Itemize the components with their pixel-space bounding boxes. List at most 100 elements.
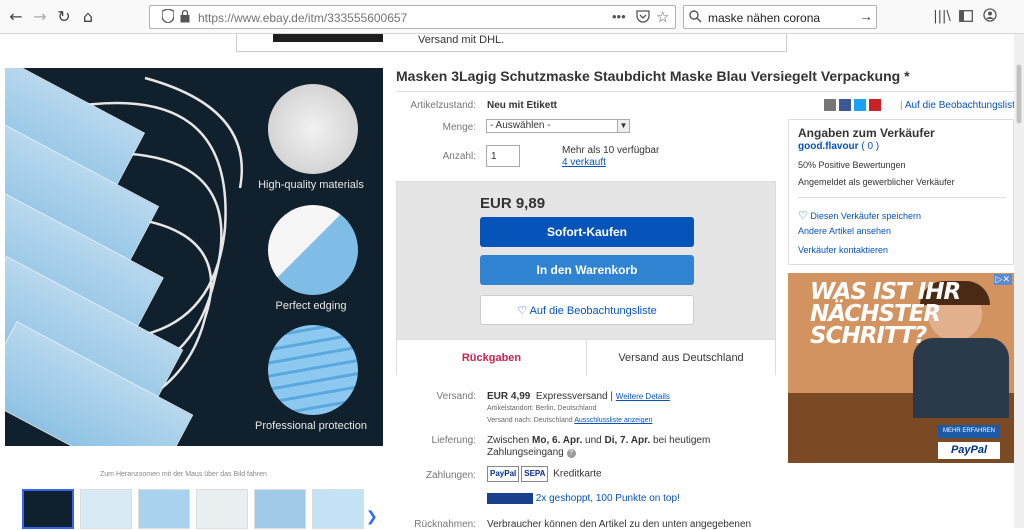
quantity-input[interactable]: 1 bbox=[486, 145, 520, 167]
returns-label: Rücknahmen: bbox=[414, 519, 476, 530]
points-promo-text[interactable]: 2x geshoppt, 100 Punkte on top! bbox=[536, 493, 680, 504]
ships-from-text: Versand aus Deutschland bbox=[618, 352, 744, 364]
watchlist-button-label: Auf die Beobachtungsliste bbox=[529, 305, 657, 317]
ships-to: Versand nach: Deutschland Ausschlusslist… bbox=[487, 417, 652, 424]
go-arrow-icon[interactable]: → bbox=[859, 8, 873, 24]
quantity-select[interactable]: - Auswählen - ▼ bbox=[486, 119, 630, 133]
thumbnail[interactable] bbox=[196, 489, 248, 529]
watchlist-link[interactable]: | Auf die Beobachtungsliste bbox=[900, 100, 1020, 111]
next-thumbnail-icon[interactable]: ❯ bbox=[366, 508, 378, 525]
delivery-line-2: Zahlungseingang ? bbox=[487, 447, 576, 458]
payback-logo bbox=[487, 493, 533, 504]
other-items-link[interactable]: Andere Artikel ansehen bbox=[798, 226, 891, 236]
seller-info-box: Angaben zum Verkäufer good.flavour ( 0 )… bbox=[788, 119, 1014, 265]
bookmark-star-icon[interactable]: ☆ bbox=[656, 8, 669, 26]
edging-closeup bbox=[268, 205, 358, 295]
info-icon[interactable]: ? bbox=[566, 449, 576, 458]
account-icon[interactable] bbox=[980, 7, 1000, 27]
condition-value: Neu mit Etikett bbox=[487, 100, 558, 111]
paypal-ad[interactable]: WAS IST IHR NÄCHSTER SCHRITT? MEHR ERFAH… bbox=[788, 273, 1014, 463]
buy-box: EUR 9,89 Sofort-Kaufen In den Warenkorb … bbox=[396, 181, 776, 376]
shipping-banner: Versand mit DHL. bbox=[236, 34, 787, 52]
banner-text: Versand mit DHL. bbox=[418, 34, 505, 46]
quantity-select-value: - Auswählen - bbox=[490, 120, 551, 131]
thumbnail[interactable] bbox=[254, 489, 306, 529]
buy-now-button[interactable]: Sofort-Kaufen bbox=[480, 217, 694, 247]
thumbnail[interactable] bbox=[22, 489, 74, 529]
availability: Mehr als 10 verfügbar bbox=[562, 145, 660, 156]
url-bar[interactable]: https://www.ebay.de/itm/333555600657 •••… bbox=[149, 5, 676, 29]
shipping-cost: EUR 4,99 bbox=[487, 391, 531, 402]
save-seller-link[interactable]: ♡ Diesen Verkäufer speichern bbox=[798, 209, 921, 222]
pinterest-share-icon[interactable] bbox=[869, 99, 881, 111]
ad-apron bbox=[913, 338, 1009, 418]
delivery-condition: Zahlungseingang bbox=[487, 447, 564, 458]
reload-icon[interactable]: ↻ bbox=[54, 7, 74, 27]
caption-protection: Professional protection bbox=[255, 420, 367, 432]
payment-methods: PayPal SEPA Kreditkarte bbox=[487, 466, 602, 482]
delivery-suffix: bei heutigem bbox=[653, 435, 711, 446]
shipping-details-link[interactable]: Weitere Details bbox=[616, 392, 670, 401]
ad-headline-line: WAS IST IHR bbox=[810, 279, 961, 305]
save-seller-text[interactable]: Diesen Verkäufer speichern bbox=[810, 211, 921, 221]
scrollbar-thumb[interactable] bbox=[1016, 64, 1022, 124]
back-icon[interactable]: ← bbox=[6, 7, 26, 27]
more-icon[interactable]: ••• bbox=[612, 9, 626, 24]
shipping-label: Versand: bbox=[436, 391, 476, 402]
share-icons bbox=[824, 99, 884, 113]
banner-image bbox=[273, 34, 383, 42]
lock-icon[interactable] bbox=[180, 9, 190, 28]
sidebar-icon[interactable] bbox=[956, 7, 976, 27]
heart-icon: ♡ bbox=[798, 210, 808, 222]
url-text: https://www.ebay.de/itm/333555600657 bbox=[198, 11, 408, 25]
delivery-window: Zwischen Mo, 6. Apr. und Di, 7. Apr. bei… bbox=[487, 435, 710, 446]
thumbnail[interactable] bbox=[80, 489, 132, 529]
add-to-watchlist-button[interactable]: ♡ Auf die Beobachtungsliste bbox=[480, 295, 694, 325]
returns-tab[interactable]: Rückgaben bbox=[397, 340, 587, 376]
points-promo: 2x geshoppt, 100 Punkte on top! bbox=[487, 493, 680, 504]
sold-count-link[interactable]: 4 verkauft bbox=[562, 157, 606, 168]
seller-heading: Angaben zum Verkäufer bbox=[798, 126, 935, 140]
ad-headline: WAS IST IHR NÄCHSTER SCHRITT? bbox=[810, 279, 961, 348]
sepa-badge: SEPA bbox=[521, 466, 549, 482]
delivery-prefix: Zwischen bbox=[487, 435, 530, 446]
home-icon[interactable]: ⌂ bbox=[78, 7, 98, 27]
search-bar[interactable]: maske nähen corona → bbox=[683, 5, 877, 29]
chevron-down-icon[interactable]: ▼ bbox=[617, 120, 629, 132]
ad-choices-icon[interactable]: ▷✕ bbox=[993, 274, 1012, 285]
add-to-cart-button[interactable]: In den Warenkorb bbox=[480, 255, 694, 285]
ships-to-label: Versand nach: bbox=[487, 417, 532, 424]
thumbnail[interactable] bbox=[312, 489, 364, 529]
thumbnail[interactable] bbox=[138, 489, 190, 529]
browser-toolbar: ← → ↻ ⌂ https://www.ebay.de/itm/33355560… bbox=[0, 0, 1024, 34]
shield-icon[interactable] bbox=[161, 8, 176, 25]
payments-label: Zahlungen: bbox=[425, 470, 476, 481]
twitter-share-icon[interactable] bbox=[854, 99, 866, 111]
facebook-share-icon[interactable] bbox=[839, 99, 851, 111]
library-icon[interactable]: |||\ bbox=[932, 7, 952, 27]
search-query: maske nähen corona bbox=[708, 11, 821, 25]
contact-seller-link[interactable]: Verkäufer kontaktieren bbox=[798, 245, 888, 255]
seller-score[interactable]: ( 0 ) bbox=[861, 141, 879, 152]
ad-headline-line: NÄCHSTER bbox=[810, 301, 941, 327]
credit-card-text: Kreditkarte bbox=[553, 468, 602, 480]
delivery-from: Mo, 6. Apr. bbox=[532, 435, 583, 446]
item-location: Artikelstandort: Berlin, Deutschland bbox=[487, 405, 597, 412]
product-main-image[interactable]: High-quality materials Perfect edging Pr… bbox=[5, 68, 383, 446]
material-closeup bbox=[268, 84, 358, 174]
caption-materials: High-quality materials bbox=[258, 179, 364, 191]
page-scrollbar[interactable] bbox=[1014, 34, 1024, 528]
seller-name[interactable]: good.flavour bbox=[798, 141, 859, 152]
price: EUR 9,89 bbox=[480, 195, 546, 212]
watchlist-link-text[interactable]: Auf die Beobachtungsliste bbox=[905, 100, 1021, 111]
product-title: Masken 3Lagig Schutzmaske Staubdicht Mas… bbox=[396, 68, 910, 84]
delivery-to: Di, 7. Apr. bbox=[604, 435, 651, 446]
quantity-select-label: Menge: bbox=[442, 122, 476, 133]
pocket-icon[interactable] bbox=[636, 10, 650, 28]
ad-cta-button[interactable]: MEHR ERFAHREN bbox=[938, 425, 1000, 438]
forward-icon[interactable]: → bbox=[30, 7, 50, 27]
exclusions-link[interactable]: Ausschlussliste anzeigen bbox=[574, 417, 652, 424]
returns-text: Verbraucher können den Artikel zu den un… bbox=[487, 519, 752, 530]
condition-label: Artikelzustand: bbox=[410, 100, 476, 111]
email-share-icon[interactable] bbox=[824, 99, 836, 111]
